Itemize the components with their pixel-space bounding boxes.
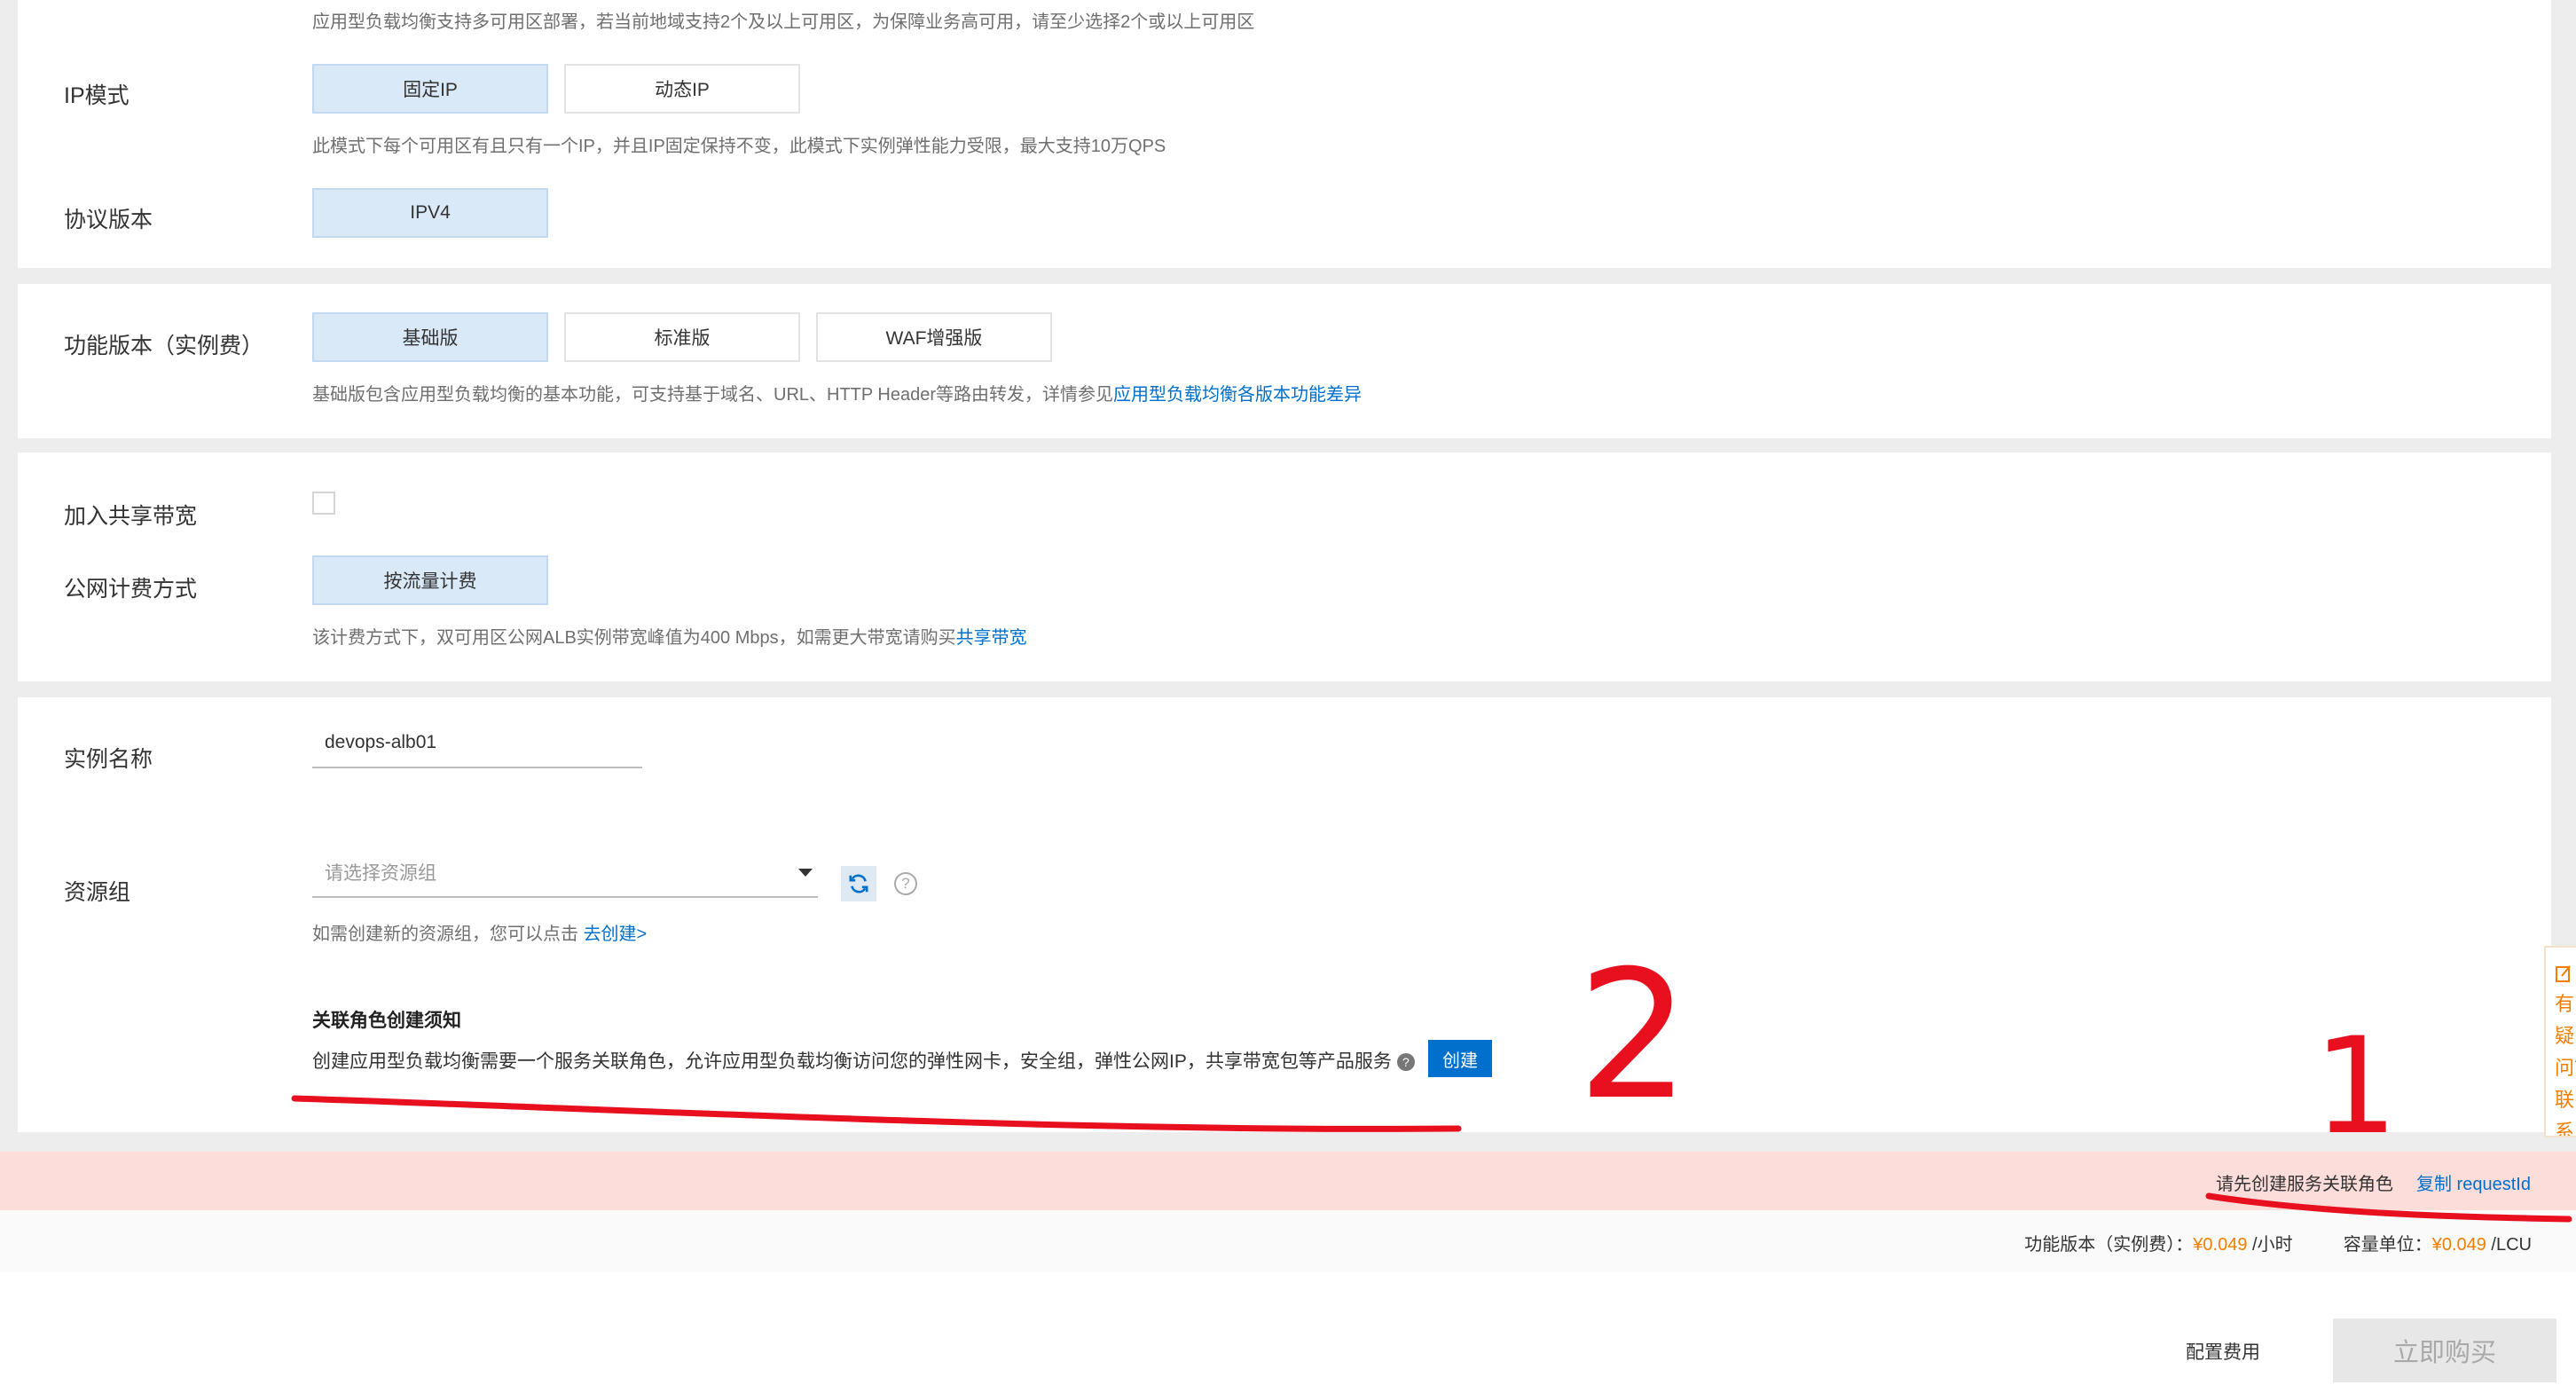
edition-fee-price: ¥0.049 xyxy=(2193,1235,2248,1255)
help-icon[interactable]: ? xyxy=(894,872,917,895)
edition-fee-label: 功能版本（实例费）： xyxy=(2024,1235,2194,1255)
footer-actions: 配置费用 立即购买 xyxy=(0,1272,2576,1393)
capacity-fee-price: ¥0.049 xyxy=(2431,1235,2486,1255)
instance-name-input[interactable]: devops-alb01 xyxy=(312,719,642,768)
capacity-fee-unit: /LCU xyxy=(2486,1235,2532,1255)
edit-icon xyxy=(2556,965,2571,982)
edition-help-prefix: 基础版包含应用型负载均衡的基本功能，可支持基于域名、URL、HTTP Heade… xyxy=(312,385,1114,405)
shared-bandwidth-label: 加入共享带宽 xyxy=(64,504,198,529)
chevron-down-icon xyxy=(798,869,813,877)
resource-group-select[interactable]: 请选择资源组 xyxy=(312,848,818,898)
config-fee-link[interactable]: 配置费用 xyxy=(2186,1338,2260,1365)
notice-text: 创建应用型负载均衡需要一个服务关联角色，允许应用型负载均衡访问您的弹性网卡，安全… xyxy=(312,1047,1415,1074)
edition-label: 功能版本（实例费） xyxy=(64,334,264,358)
refresh-button[interactable] xyxy=(841,866,876,901)
floating-help-tab[interactable]: 有疑问？联系 xyxy=(2544,946,2576,1137)
billing-help-prefix: 该计费方式下，双可用区公网ALB实例带宽峰值为400 Mbps，如需更大带宽请购… xyxy=(312,628,956,648)
error-bar: 请先创建服务关联角色 复制 requestId xyxy=(0,1152,2576,1210)
edition-option-basic[interactable]: 基础版 xyxy=(312,312,548,362)
notice-body: 创建应用型负载均衡需要一个服务关联角色，允许应用型负载均衡访问您的弹性网卡，安全… xyxy=(312,1051,1392,1072)
shared-bandwidth-link[interactable]: 共享带宽 xyxy=(956,628,1027,648)
billing-help-text: 该计费方式下，双可用区公网ALB实例带宽峰值为400 Mbps，如需更大带宽请购… xyxy=(312,623,1027,649)
instance-section: 实例名称 devops-alb01 资源组 请选择资源组 ? 如需创建新的资源组… xyxy=(18,697,2551,1132)
create-role-button[interactable]: 创建 xyxy=(1428,1040,1492,1077)
buy-now-button[interactable]: 立即购买 xyxy=(2333,1318,2556,1382)
resource-group-label: 资源组 xyxy=(64,880,131,905)
resource-group-help: 如需创建新的资源组，您可以点击 去创建> xyxy=(312,919,647,945)
capacity-fee-label: 容量单位： xyxy=(2343,1235,2432,1255)
ip-mode-option-fixed[interactable]: 固定IP xyxy=(312,64,548,114)
edition-fee-unit: /小时 xyxy=(2247,1235,2293,1255)
ip-mode-option-dynamic[interactable]: 动态IP xyxy=(564,64,800,114)
zone-help-text: 应用型负载均衡支持多可用区部署，若当前地域支持2个及以上可用区，为保障业务高可用… xyxy=(312,12,1255,32)
resource-group-placeholder: 请选择资源组 xyxy=(325,863,436,884)
refresh-icon xyxy=(849,874,868,893)
network-section: 应用型负载均衡支持多可用区部署，若当前地域支持2个及以上可用区，为保障业务高可用… xyxy=(18,0,2551,268)
ip-mode-help-text: 此模式下每个可用区有且只有一个IP，并且IP固定保持不变，此模式下实例弹性能力受… xyxy=(312,137,1166,156)
edition-help-text: 基础版包含应用型负载均衡的基本功能，可支持基于域名、URL、HTTP Heade… xyxy=(312,380,1362,405)
protocol-label: 协议版本 xyxy=(64,208,153,232)
floating-tab-text: 有疑问？联系 xyxy=(2555,993,2576,1137)
fee-bar: 功能版本（实例费）：¥0.049 /小时 容量单位：¥0.049 /LCU xyxy=(0,1210,2576,1272)
instance-name-label: 实例名称 xyxy=(64,747,153,772)
bandwidth-section: 加入共享带宽 公网计费方式 按流量计费 该计费方式下，双可用区公网ALB实例带宽… xyxy=(18,453,2551,681)
protocol-option-ipv4[interactable]: IPV4 xyxy=(312,188,548,238)
ip-mode-label: IP模式 xyxy=(64,83,130,108)
billing-option-traffic[interactable]: 按流量计费 xyxy=(312,555,548,605)
error-message: 请先创建服务关联角色 xyxy=(2216,1175,2393,1194)
copy-request-id-link[interactable]: 复制 requestId xyxy=(2416,1169,2531,1195)
edition-section: 功能版本（实例费） 基础版 标准版 WAF增强版 基础版包含应用型负载均衡的基本… xyxy=(18,284,2551,438)
edition-diff-link[interactable]: 应用型负载均衡各版本功能差异 xyxy=(1113,385,1362,405)
edition-option-standard[interactable]: 标准版 xyxy=(564,312,800,362)
edition-option-waf[interactable]: WAF增强版 xyxy=(816,312,1052,362)
question-icon[interactable]: ? xyxy=(1396,1053,1415,1072)
billing-method-label: 公网计费方式 xyxy=(64,577,198,602)
notice-title: 关联角色创建须知 xyxy=(312,1011,461,1031)
create-resource-group-link[interactable]: 去创建> xyxy=(584,925,648,944)
shared-bandwidth-checkbox[interactable] xyxy=(312,492,335,515)
resource-group-help-prefix: 如需创建新的资源组，您可以点击 xyxy=(312,925,584,944)
fee-summary: 功能版本（实例费）：¥0.049 /小时 容量单位：¥0.049 /LCU xyxy=(2024,1230,2532,1255)
